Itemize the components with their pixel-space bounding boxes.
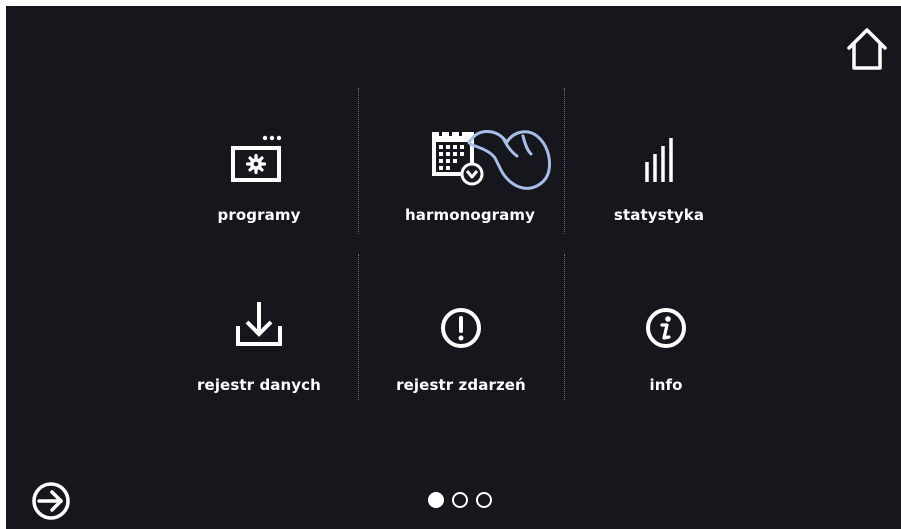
page-dot[interactable] [476,492,492,508]
column-divider [564,254,565,400]
logout-icon [32,482,70,520]
tile-label: programy [217,206,301,224]
tile-label: harmonogramy [405,206,535,224]
screen: programy harmonogramy statystyka rejestr… [6,6,901,529]
page-dot-active[interactable] [428,492,444,508]
tile-statystyka[interactable]: statystyka [559,126,759,236]
page-dot[interactable] [452,492,468,508]
tile-label: info [649,376,683,394]
tile-rejestr-danych[interactable]: rejestr danych [159,296,359,400]
tile-label: statystyka [613,206,705,224]
statistics-bars-icon [645,138,673,182]
page-indicator [428,492,508,514]
download-icon [236,302,282,346]
home-button[interactable] [842,24,892,74]
tile-label: rejestr zdarzeń [396,376,526,394]
tile-info[interactable]: info [566,296,766,400]
home-icon [847,28,887,70]
programs-icon [231,135,282,182]
tap-hand-icon [467,130,551,190]
tile-rejestr-zdarzen[interactable]: rejestr zdarzeń [361,296,561,400]
tile-programy[interactable]: programy [159,126,359,236]
alert-icon [441,308,481,348]
logout-button[interactable] [30,480,72,522]
info-icon [646,308,686,348]
tile-label: rejestr danych [197,376,321,394]
